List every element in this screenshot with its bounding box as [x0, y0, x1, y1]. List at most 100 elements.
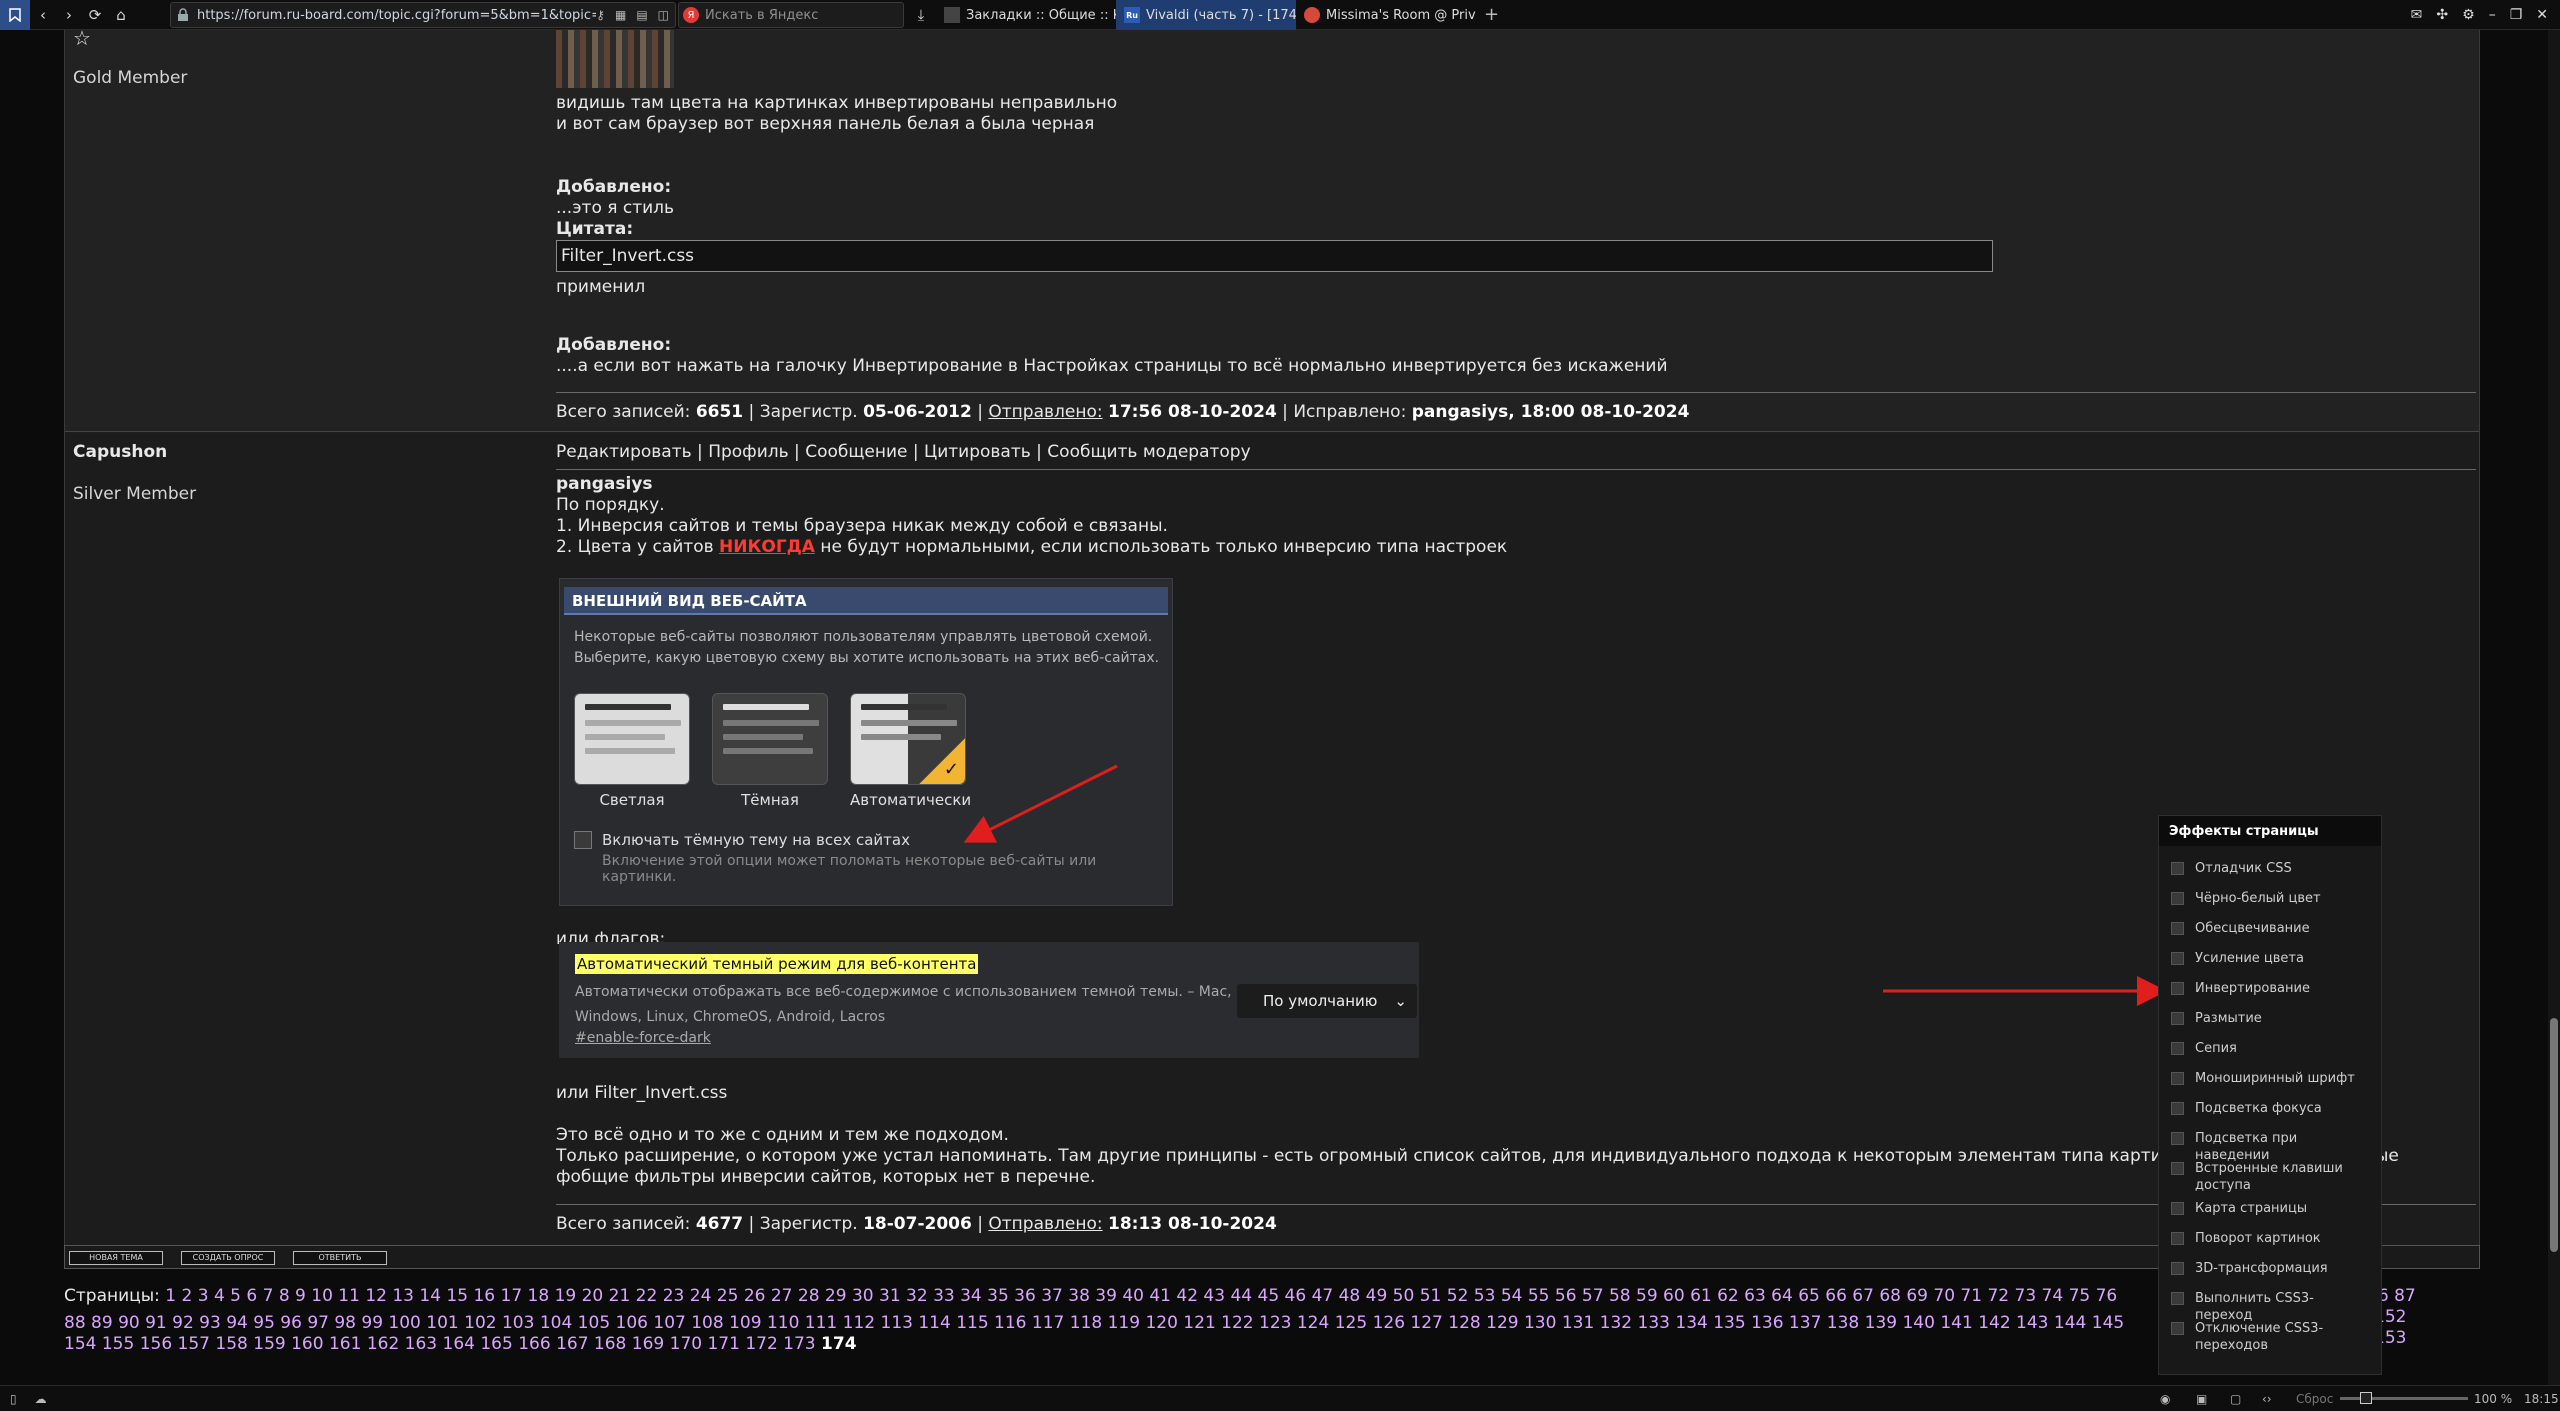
page-links[interactable]: 152 153 — [2374, 1307, 2440, 1349]
effect-item[interactable]: Поворот картинок — [2171, 1230, 2371, 1247]
effect-item[interactable]: Выполнить CSS3-переход — [2171, 1290, 2371, 1324]
cloud-icon[interactable]: ☁ — [35, 1392, 47, 1406]
tab-label: Закладки :: Общие :: Ком — [966, 7, 1116, 23]
effect-item[interactable]: Обесцвечивание — [2171, 920, 2371, 937]
tab-vivaldi-forum[interactable]: Ru Vivaldi (часть 7) - [174] :: Г — [1116, 0, 1296, 30]
post-text-line: и вот сам браузер вот верхняя панель бел… — [556, 114, 1095, 134]
effect-checkbox[interactable] — [2171, 922, 2184, 935]
qr-icon[interactable]: ▦ — [615, 8, 626, 22]
page-links[interactable]: 154 155 156 157 158 159 160 161 162 163 … — [64, 1334, 816, 1354]
minimize-icon[interactable]: – — [2489, 7, 2496, 23]
added-label: Добавлено: — [556, 177, 672, 197]
effect-item[interactable]: Отключение CSS3-переходов — [2171, 1320, 2371, 1354]
effect-checkbox[interactable] — [2171, 1012, 2184, 1025]
effect-item[interactable]: 3D-трансформация — [2171, 1260, 2371, 1277]
effect-checkbox[interactable] — [2171, 1132, 2184, 1145]
effect-checkbox[interactable] — [2171, 1262, 2184, 1275]
zoom-slider-handle[interactable] — [2360, 1392, 2372, 1404]
effect-item[interactable]: Карта страницы — [2171, 1200, 2371, 1217]
url-text[interactable]: https://forum.ru-board.com/topic.cgi?for… — [197, 8, 596, 23]
forward-icon[interactable]: › — [56, 2, 82, 28]
panel-title: Эффекты страницы — [2159, 816, 2381, 846]
camera-icon[interactable]: ◉ — [2160, 1392, 2170, 1406]
effect-item[interactable]: Размытие — [2171, 1010, 2371, 1027]
effect-item[interactable]: Отладчик CSS — [2171, 860, 2371, 877]
effect-checkbox[interactable] — [2171, 1232, 2184, 1245]
reply-button[interactable]: ОТВЕТИТЬ — [293, 1251, 387, 1265]
search-field[interactable]: Я Искать в Яндекс — [678, 2, 904, 28]
effect-checkbox[interactable] — [2171, 1042, 2184, 1055]
back-icon[interactable]: ‹ — [30, 2, 56, 28]
message-link[interactable]: Сообщение — [805, 442, 907, 462]
edit-link[interactable]: Редактировать — [556, 442, 692, 462]
settings-icon[interactable]: ⚙ — [2462, 7, 2475, 23]
panel-icon[interactable]: ▯ — [10, 1392, 17, 1406]
stat-label: Исправлено: — [1293, 402, 1407, 422]
restore-icon[interactable]: ❐ — [2510, 7, 2523, 23]
new-topic-button[interactable]: НОВАЯ ТЕМА — [69, 1251, 163, 1265]
effect-checkbox[interactable] — [2171, 1072, 2184, 1085]
effect-label: 3D-трансформация — [2195, 1261, 2328, 1276]
author-name[interactable]: Capushon — [73, 442, 167, 462]
address-bar[interactable]: https://forum.ru-board.com/topic.cgi?for… — [170, 2, 676, 28]
reset-zoom-button[interactable]: Сброс — [2296, 1392, 2333, 1406]
page-links[interactable]: 88 89 90 91 92 93 94 95 96 97 98 99 100 … — [64, 1313, 2124, 1333]
effect-checkbox[interactable] — [2171, 1322, 2184, 1335]
effect-checkbox[interactable] — [2171, 982, 2184, 995]
effect-item[interactable]: Сепия — [2171, 1040, 2371, 1057]
effect-checkbox[interactable] — [2171, 952, 2184, 965]
image-thumbnail[interactable] — [556, 30, 674, 88]
effect-checkbox[interactable] — [2171, 1102, 2184, 1115]
new-tab-button[interactable]: + — [1476, 0, 1507, 30]
effect-label: Отключение CSS3-переходов — [2195, 1321, 2324, 1353]
divider — [556, 392, 2476, 393]
effect-item[interactable]: Встроенные клавиши доступа — [2171, 1160, 2371, 1194]
effect-label: Карта страницы — [2195, 1201, 2308, 1216]
effect-label: Выполнить CSS3-переход — [2195, 1291, 2314, 1323]
post-text-line: Только расширение, о котором уже устал н… — [556, 1146, 2194, 1166]
effect-checkbox[interactable] — [2171, 892, 2184, 905]
sent-link[interactable]: Отправлено: — [988, 1214, 1102, 1234]
tiling-icon[interactable]: ▢ — [2230, 1392, 2241, 1406]
effect-item[interactable]: Чёрно-белый цвет — [2171, 890, 2371, 907]
home-icon[interactable]: ⌂ — [108, 2, 134, 28]
post-text-line: 2. Цвета у сайтов НИКОГДА не будут норма… — [556, 537, 1507, 558]
panel-toggle-icon[interactable] — [0, 0, 30, 30]
image-icon[interactable]: ▣ — [2196, 1392, 2207, 1406]
effect-item[interactable]: Усиление цвета — [2171, 950, 2371, 967]
extensions-icon[interactable]: ✣ — [2436, 7, 2448, 23]
scrollbar[interactable] — [2548, 30, 2560, 1385]
effect-checkbox[interactable] — [2171, 1202, 2184, 1215]
post-stats: Всего записей: 6651 | Зарегистр. 05-06-2… — [556, 402, 1690, 422]
bookmark-icon[interactable]: ◫ — [658, 8, 669, 22]
zoom-slider[interactable] — [2340, 1392, 2468, 1404]
close-icon[interactable]: ✕ — [2536, 7, 2548, 23]
mail-icon[interactable]: ✉ — [2411, 7, 2423, 23]
report-link[interactable]: Сообщить модератору — [1047, 442, 1250, 462]
tab-missima[interactable]: Missima's Room @ Private — [1296, 0, 1476, 30]
scrollbar-thumb[interactable] — [2550, 1018, 2558, 1252]
create-poll-button[interactable]: СОЗДАТЬ ОПРОС — [181, 1251, 275, 1265]
effect-checkbox[interactable] — [2171, 1292, 2184, 1305]
effect-checkbox[interactable] — [2171, 1162, 2184, 1175]
effect-item[interactable]: Инвертирование — [2171, 980, 2371, 997]
effect-item[interactable]: Подсветка при наведении — [2171, 1130, 2371, 1164]
sent-link[interactable]: Отправлено: — [988, 402, 1102, 422]
effect-checkbox[interactable] — [2171, 862, 2184, 875]
theme-auto-preview: ✓ — [850, 693, 966, 785]
page-links[interactable]: 1 2 3 4 5 6 7 8 9 10 11 12 13 14 15 16 1… — [165, 1286, 2117, 1306]
quote-link[interactable]: Цитировать — [924, 442, 1031, 462]
code-icon[interactable]: ‹› — [2262, 1392, 2272, 1406]
search-placeholder: Искать в Яндекс — [705, 7, 819, 23]
post-text-line: По порядку. — [556, 495, 665, 515]
key-icon[interactable]: ⚷ — [596, 8, 605, 22]
yandex-icon: Я — [683, 7, 699, 23]
effect-item[interactable]: Моноширинный шрифт — [2171, 1070, 2371, 1087]
profile-link[interactable]: Профиль — [708, 442, 788, 462]
flag-link: #enable-force-dark — [575, 1030, 711, 1046]
download-icon[interactable]: ⤓ — [908, 2, 934, 28]
reader-icon[interactable]: ▤ — [636, 8, 647, 22]
effect-item[interactable]: Подсветка фокуса — [2171, 1100, 2371, 1117]
reload-icon[interactable]: ⟳ — [82, 2, 108, 28]
tab-bookmarks[interactable]: Закладки :: Общие :: Ком — [936, 0, 1116, 30]
